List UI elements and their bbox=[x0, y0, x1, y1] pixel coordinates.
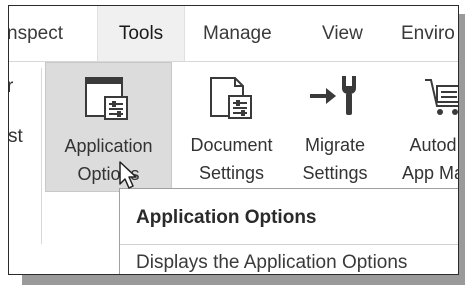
tooltip-title: Application Options bbox=[136, 207, 317, 228]
tab-inspect[interactable]: nspect bbox=[9, 6, 63, 61]
mouse-pointer-icon bbox=[119, 161, 137, 189]
panel-separator bbox=[41, 68, 42, 244]
document-settings-icon bbox=[210, 77, 252, 119]
migrate-settings-button[interactable]: Migrate Settings bbox=[289, 62, 381, 192]
migrate-settings-label-line2: Settings bbox=[302, 163, 368, 183]
left-panel-cut-label-bottom[interactable]: st bbox=[9, 126, 23, 148]
left-panel-cut-label-top: r bbox=[9, 76, 13, 98]
migrate-settings-label-line1: Migrate bbox=[304, 135, 366, 155]
ribbon-tab-bar: nspect Tools Manage View Enviro bbox=[9, 6, 458, 62]
app-manager-button[interactable]: Autod App Ma bbox=[383, 62, 459, 192]
document-settings-label-line2: Settings bbox=[198, 163, 265, 183]
app-manager-label-line2: App Ma bbox=[401, 163, 459, 183]
tab-environments[interactable]: Enviro bbox=[401, 6, 455, 61]
application-options-label-line1: Application bbox=[64, 136, 153, 156]
tooltip-divider bbox=[120, 244, 458, 245]
application-window: nspect Tools Manage View Enviro r st App… bbox=[8, 5, 459, 275]
tab-tools[interactable]: Tools bbox=[97, 6, 185, 61]
tab-view[interactable]: View bbox=[322, 6, 363, 61]
app-manager-label-line1: Autod bbox=[409, 135, 457, 155]
migrate-settings-icon bbox=[310, 76, 356, 115]
tab-manage[interactable]: Manage bbox=[203, 6, 272, 61]
application-options-icon bbox=[85, 77, 128, 120]
application-options-button[interactable]: Application Options bbox=[45, 62, 172, 192]
tooltip: Application Options Displays the Applica… bbox=[119, 188, 458, 274]
app-manager-icon bbox=[425, 79, 458, 115]
tooltip-description: Displays the Application Options bbox=[136, 252, 408, 273]
document-settings-button[interactable]: Document Settings bbox=[175, 62, 288, 192]
application-options-label-line2: Options bbox=[77, 164, 140, 184]
ribbon-panel: r st Application Options bbox=[9, 62, 458, 274]
document-settings-label-line1: Document bbox=[190, 135, 273, 155]
